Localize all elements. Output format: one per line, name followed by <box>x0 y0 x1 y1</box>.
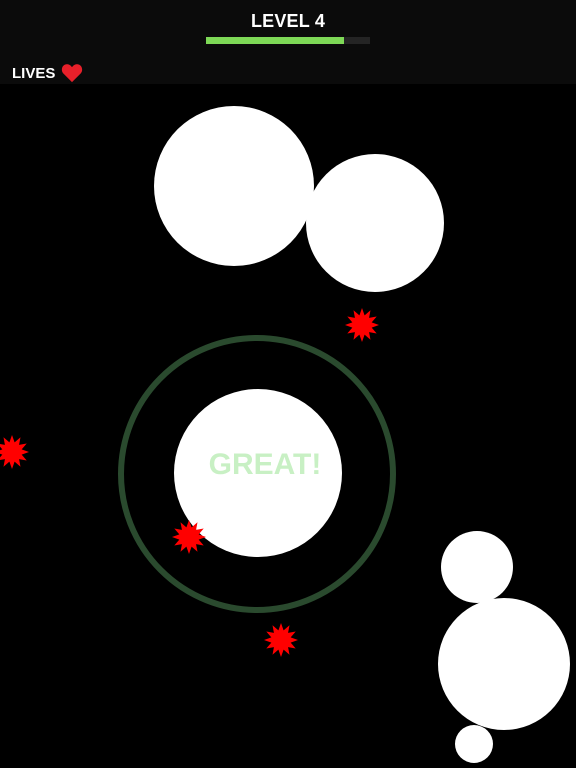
game-screen[interactable]: GREAT! LEVEL 4 LIVES <box>0 0 576 768</box>
hud-top-bar: LEVEL 4 LIVES <box>0 0 576 84</box>
spike-mine <box>0 435 29 469</box>
spike-mine <box>264 623 298 657</box>
spike-mine <box>345 308 379 342</box>
lives-label: LIVES <box>12 64 56 82</box>
ball-large-top-left <box>154 106 314 266</box>
ball-tiny-bottom <box>455 725 493 763</box>
level-progress-bar <box>206 37 370 44</box>
level-progress-fill <box>206 37 344 44</box>
level-title: LEVEL 4 <box>250 11 326 31</box>
lives-indicator: LIVES <box>12 63 83 83</box>
ball-large-top-right <box>306 154 444 292</box>
ball-large-bottom-right <box>438 598 570 730</box>
ball-small-right <box>441 531 513 603</box>
heart-icon <box>62 64 83 83</box>
playfield[interactable] <box>0 0 576 768</box>
feedback-text: GREAT! <box>208 448 322 481</box>
